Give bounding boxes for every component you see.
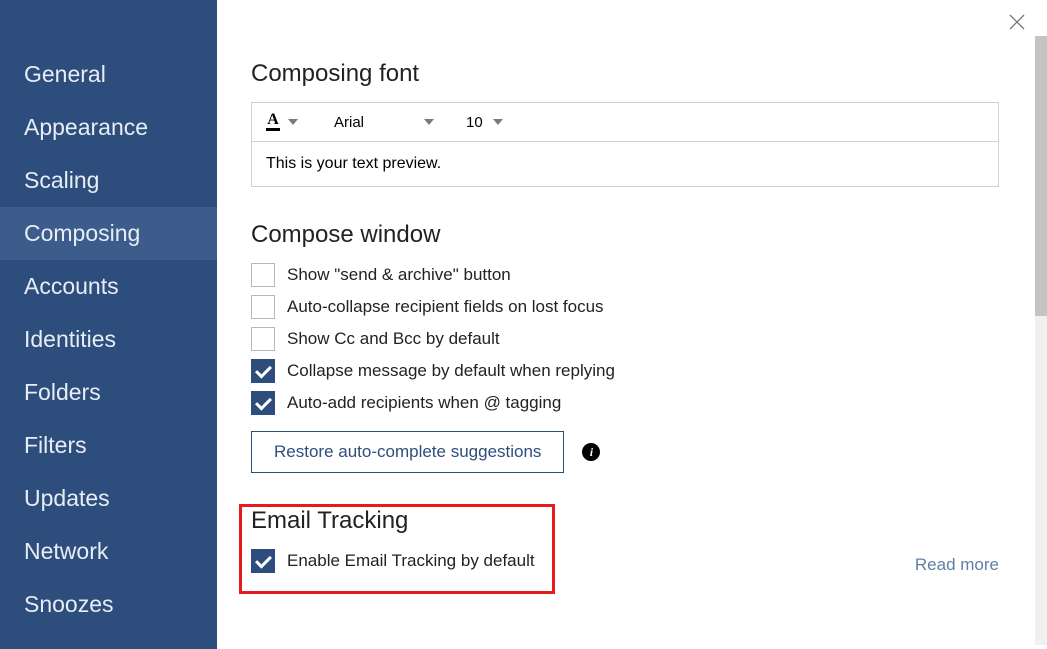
option-auto-collapse[interactable]: Auto-collapse recipient fields on lost f… [251, 295, 1013, 319]
compose-window-options: Show "send & archive" button Auto-collap… [251, 263, 1013, 415]
sidebar-item-folders[interactable]: Folders [0, 366, 217, 419]
chevron-down-icon [424, 119, 434, 125]
option-collapse-reply[interactable]: Collapse message by default when replyin… [251, 359, 1013, 383]
read-more-link[interactable]: Read more [915, 555, 999, 575]
checkbox[interactable] [251, 359, 275, 383]
settings-sidebar: General Appearance Scaling Composing Acc… [0, 0, 217, 649]
checkbox[interactable] [251, 549, 275, 573]
option-auto-add-recipients[interactable]: Auto-add recipients when @ tagging [251, 391, 1013, 415]
option-label: Auto-collapse recipient fields on lost f… [287, 297, 604, 317]
section-title-composing-font: Composing font [251, 60, 1013, 88]
option-label: Enable Email Tracking by default [287, 551, 535, 571]
close-icon [1009, 14, 1025, 30]
chevron-down-icon [493, 119, 503, 125]
close-button[interactable] [1005, 10, 1029, 34]
option-label: Collapse message by default when replyin… [287, 361, 615, 381]
sidebar-item-general[interactable]: General [0, 48, 217, 101]
settings-main-panel: Composing font A Arial 10 This is your t… [217, 0, 1047, 649]
font-color-button[interactable]: A [266, 113, 280, 131]
email-tracking-section: Email Tracking Enable Email Tracking by … [251, 507, 1013, 581]
restore-row: Restore auto-complete suggestions i [251, 431, 1013, 473]
font-preview: This is your text preview. [252, 142, 998, 186]
checkbox[interactable] [251, 295, 275, 319]
option-enable-tracking[interactable]: Enable Email Tracking by default [251, 549, 535, 573]
section-title-email-tracking: Email Tracking [251, 507, 1013, 535]
sidebar-item-composing[interactable]: Composing [0, 207, 217, 260]
option-show-cc-bcc[interactable]: Show Cc and Bcc by default [251, 327, 1013, 351]
restore-autocomplete-button[interactable]: Restore auto-complete suggestions [251, 431, 564, 473]
font-size-select[interactable]: 10 [466, 114, 503, 131]
option-label: Show "send & archive" button [287, 265, 511, 285]
option-label: Show Cc and Bcc by default [287, 329, 500, 349]
font-family-select[interactable]: Arial [334, 114, 434, 131]
option-label: Auto-add recipients when @ tagging [287, 393, 561, 413]
font-family-value: Arial [334, 114, 364, 131]
font-color-icon: A [267, 113, 279, 127]
info-icon[interactable]: i [582, 443, 600, 461]
font-toolbar: A Arial 10 [252, 103, 998, 142]
font-size-value: 10 [466, 114, 483, 131]
sidebar-item-network[interactable]: Network [0, 525, 217, 578]
composing-font-box: A Arial 10 This is your text preview. [251, 102, 999, 187]
sidebar-item-accounts[interactable]: Accounts [0, 260, 217, 313]
sidebar-item-identities[interactable]: Identities [0, 313, 217, 366]
checkbox[interactable] [251, 327, 275, 351]
sidebar-item-filters[interactable]: Filters [0, 419, 217, 472]
scrollbar-thumb[interactable] [1035, 36, 1047, 316]
font-color-dropdown[interactable] [288, 119, 298, 125]
sidebar-item-updates[interactable]: Updates [0, 472, 217, 525]
sidebar-item-appearance[interactable]: Appearance [0, 101, 217, 154]
scrollbar[interactable] [1035, 36, 1047, 645]
checkbox[interactable] [251, 391, 275, 415]
section-title-compose-window: Compose window [251, 221, 1013, 249]
option-send-archive[interactable]: Show "send & archive" button [251, 263, 1013, 287]
checkbox[interactable] [251, 263, 275, 287]
sidebar-item-scaling[interactable]: Scaling [0, 154, 217, 207]
sidebar-item-snoozes[interactable]: Snoozes [0, 578, 217, 631]
